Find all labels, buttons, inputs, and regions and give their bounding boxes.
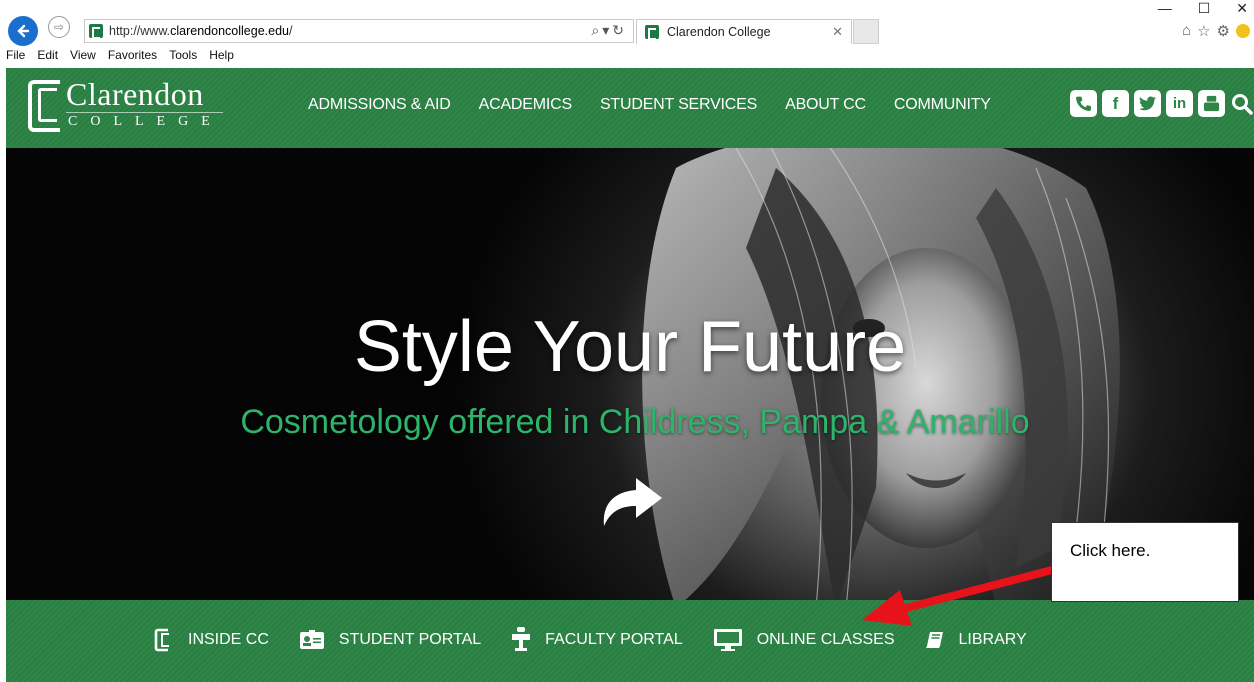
- quick-links-bar: INSIDE CC STUDENT PORTAL FACULTY PORTAL …: [6, 600, 1254, 682]
- logo-subtitle: COLLEGE: [66, 112, 223, 129]
- close-tab-icon[interactable]: ✕: [832, 24, 843, 40]
- quicklink-label: STUDENT PORTAL: [338, 631, 482, 648]
- home-icon[interactable]: ⌂: [1182, 22, 1191, 40]
- address-bar[interactable]: http://www.clarendoncollege.edu/ ⌕▾↻: [84, 19, 634, 43]
- menu-edit[interactable]: Edit: [37, 48, 58, 66]
- youtube-icon[interactable]: [1198, 90, 1225, 117]
- quicklink-label: LIBRARY: [958, 631, 1027, 648]
- book-icon: [925, 630, 945, 650]
- quicklink-student-portal[interactable]: STUDENT PORTAL: [299, 629, 481, 651]
- nav-student-services[interactable]: STUDENT SERVICES: [600, 96, 757, 114]
- logo-text: Clarendon COLLEGE: [66, 78, 223, 130]
- menu-view[interactable]: View: [70, 48, 96, 66]
- nav-community[interactable]: COMMUNITY: [894, 96, 991, 114]
- tab-title: Clarendon College: [667, 25, 771, 39]
- menu-tools[interactable]: Tools: [169, 48, 197, 66]
- browser-chrome: ⇨ http://www.clarendoncollege.edu/ ⌕▾↻ C…: [0, 0, 1254, 68]
- nav-academics[interactable]: ACADEMICS: [479, 96, 573, 114]
- feedback-smiley-icon[interactable]: [1236, 24, 1250, 38]
- nav-admissions-aid[interactable]: ADMISSIONS & AID: [308, 96, 451, 114]
- hero-subtitle: Cosmetology offered in Childress, Pampa …: [240, 403, 1030, 441]
- site-favicon-icon: [89, 24, 103, 39]
- twitter-icon[interactable]: [1134, 90, 1161, 117]
- site-header: Clarendon COLLEGE ADMISSIONS & AID ACADE…: [6, 68, 1254, 148]
- menu-bar: File Edit View Favorites Tools Help: [0, 48, 234, 66]
- main-nav: ADMISSIONS & AID ACADEMICS STUDENT SERVI…: [308, 96, 1019, 114]
- search-icon[interactable]: [1230, 90, 1254, 117]
- phone-icon[interactable]: [1070, 90, 1097, 117]
- quicklink-library[interactable]: LIBRARY: [925, 630, 1027, 650]
- menu-favorites[interactable]: Favorites: [108, 48, 157, 66]
- gear-icon[interactable]: ⚙: [1217, 22, 1230, 40]
- menu-file[interactable]: File: [6, 48, 25, 66]
- address-bar-actions: ⌕▾↻: [591, 22, 627, 39]
- quicklink-label: FACULTY PORTAL: [545, 631, 683, 648]
- tab-favicon-icon: [645, 25, 659, 40]
- maximize-icon[interactable]: ☐: [1198, 0, 1211, 17]
- monitor-icon: [713, 628, 743, 652]
- id-card-icon: [299, 629, 325, 651]
- new-tab-button[interactable]: [853, 19, 879, 44]
- quicklink-faculty-portal[interactable]: FACULTY PORTAL: [511, 627, 683, 653]
- browser-tools: ⌂ ☆ ⚙: [1182, 22, 1250, 40]
- url-text: http://www.clarendoncollege.edu/: [109, 24, 293, 38]
- window-controls: — ☐ ✕: [1158, 0, 1248, 17]
- arrow-left-icon: [17, 24, 30, 38]
- curved-arrow-icon[interactable]: [596, 470, 666, 530]
- menu-help[interactable]: Help: [209, 48, 234, 66]
- quicklink-label: INSIDE CC: [188, 631, 269, 648]
- college-logo-icon: [26, 78, 62, 132]
- search-dropdown-icon[interactable]: ⌕▾: [591, 22, 612, 38]
- tab-clarendon-college[interactable]: Clarendon College ✕: [636, 19, 852, 44]
- logo-name: Clarendon: [66, 76, 204, 112]
- quicklink-online-classes[interactable]: ONLINE CLASSES: [713, 628, 895, 652]
- arrow-right-icon: ⇨: [53, 20, 65, 34]
- back-button[interactable]: [8, 16, 38, 46]
- favorites-star-icon[interactable]: ☆: [1197, 22, 1210, 40]
- callout-box: Click here.: [1051, 522, 1239, 602]
- refresh-icon[interactable]: ↻: [612, 22, 627, 38]
- callout-text: Click here.: [1070, 541, 1151, 560]
- social-links: f in: [1070, 90, 1254, 117]
- linkedin-icon[interactable]: in: [1166, 90, 1193, 117]
- close-window-icon[interactable]: ✕: [1236, 0, 1248, 17]
- facebook-icon[interactable]: f: [1102, 90, 1129, 117]
- hero-title: Style Your Future: [353, 307, 907, 387]
- forward-button[interactable]: ⇨: [48, 16, 70, 38]
- nav-about-cc[interactable]: ABOUT CC: [785, 96, 866, 114]
- site-logo[interactable]: Clarendon COLLEGE: [26, 78, 223, 132]
- quicklink-label: ONLINE CLASSES: [756, 631, 895, 648]
- minimize-icon[interactable]: —: [1158, 0, 1172, 17]
- college-logo-icon: [154, 628, 174, 652]
- podium-icon: [511, 627, 531, 653]
- quicklink-inside-cc[interactable]: INSIDE CC: [154, 628, 269, 652]
